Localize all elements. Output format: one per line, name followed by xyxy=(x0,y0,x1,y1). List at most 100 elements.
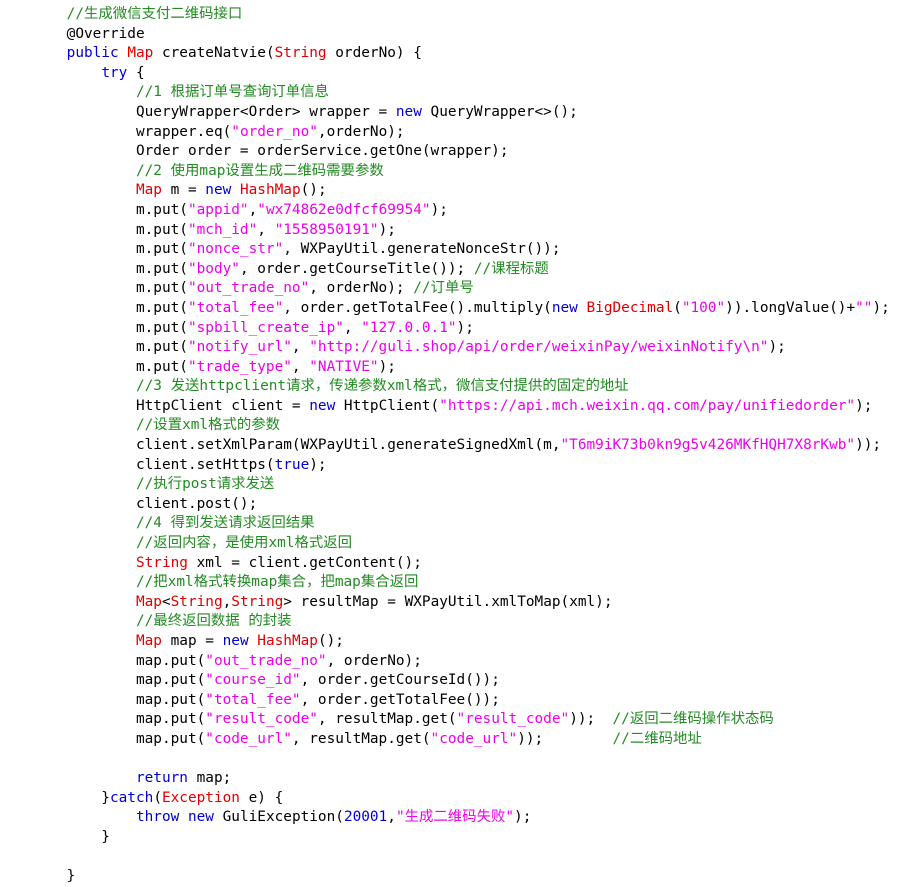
code-line: wrapper.eq("order_no",orderNo); xyxy=(0,123,914,143)
code-token-plain: , order.getTotalFee().multiply( xyxy=(283,299,552,316)
code-token-comment: 设置 xyxy=(153,417,183,434)
code-line: m.put("notify_url", "http://guli.shop/ap… xyxy=(0,338,914,358)
code-token-plain: , order.getCourseTitle()); xyxy=(239,260,474,277)
code-line: Order order = orderService.getOne(wrappe… xyxy=(0,142,914,162)
code-token-type: Exception xyxy=(161,789,240,806)
code-line: @Override xyxy=(0,25,914,45)
code-token-comment: 格式转换 xyxy=(193,574,252,591)
code-token-string: "mch_id" xyxy=(187,221,258,238)
code-line: //返回内容，是使用xml格式返回 xyxy=(0,534,914,554)
code-token-comment: 二维码地址 xyxy=(629,730,702,747)
code-token-plain: ); xyxy=(872,299,890,316)
code-token-string: "wx74862e0dfcf69954" xyxy=(257,201,431,218)
code-line: m.put("trade_type", "NATIVE"); xyxy=(0,358,914,378)
code-token-comment: // xyxy=(135,535,154,552)
code-token-keyword: new xyxy=(205,182,232,199)
code-token-keyword: new xyxy=(395,103,422,120)
code-token-plain: , orderNo); xyxy=(326,652,422,669)
code-token-type: HashMap xyxy=(239,182,301,199)
code-token-plain: ); xyxy=(855,397,873,414)
code-line: m.put("mch_id", "1558950191"); xyxy=(0,221,914,241)
code-token-comment: // xyxy=(612,711,630,728)
code-token-comment: //3 xyxy=(135,378,171,395)
code-token-string: "" xyxy=(855,299,873,316)
code-token-type: HashMap xyxy=(257,633,318,649)
code-token-plain: m.put( xyxy=(32,319,188,336)
code-line: client.post(); xyxy=(0,495,914,515)
code-token-string: "trade_type" xyxy=(187,358,292,375)
code-line: m.put("spbill_create_ip", "127.0.0.1"); xyxy=(0,319,914,339)
code-token-type: String xyxy=(135,554,188,571)
code-line: m.put("out_trade_no", orderNo); //订单号 xyxy=(0,279,914,299)
code-token-plain: orderNo) { xyxy=(326,45,422,62)
code-line: map.put("result_code", resultMap.get("re… xyxy=(0,710,914,730)
code-token-string: "body" xyxy=(187,260,240,277)
code-token-plain: ,orderNo); xyxy=(317,123,405,140)
code-line: //1 根据订单号查询订单信息 xyxy=(0,83,914,103)
code-token-plain: QueryWrapper<>(); xyxy=(421,103,578,120)
code-token-comment: map xyxy=(251,574,278,591)
code-token-comment: 格式，微信支付提供的固定的地址 xyxy=(412,378,629,395)
code-token-comment: 的封装 xyxy=(248,613,292,630)
code-token-string: "result_code" xyxy=(456,711,570,728)
code-token-plain: ( xyxy=(153,789,162,806)
code-block[interactable]: //生成微信支付二维码接口 @Override public Map creat… xyxy=(0,5,914,887)
code-token-comment: 发送 xyxy=(170,378,200,395)
code-token-plain: , xyxy=(222,593,232,610)
code-line: Map<String,String> resultMap = WXPayUtil… xyxy=(0,593,914,613)
code-token-comment: 课程标题 xyxy=(491,260,549,277)
code-line: //最终返回数据 的封装 xyxy=(0,612,914,632)
code-token-comment: xml xyxy=(182,417,209,434)
code-token-plain: ); xyxy=(378,358,396,375)
code-line: client.setHttps(true); xyxy=(0,456,914,476)
code-token-keyword: throw xyxy=(135,809,180,826)
code-line: Map m = new HashMap(); xyxy=(0,181,914,201)
code-token-plain: )); xyxy=(569,711,613,728)
code-line: m.put("body", order.getCourseTitle()); /… xyxy=(0,260,914,280)
code-token-keyword: try xyxy=(101,64,128,81)
code-token-type: String xyxy=(231,593,284,610)
code-line: m.put("appid","wx74862e0dfcf69954"); xyxy=(0,201,914,221)
code-token-plain: m = xyxy=(161,182,206,199)
code-line: //设置xml格式的参数 xyxy=(0,416,914,436)
code-token-comment: 集合，把 xyxy=(277,574,335,591)
code-line: return map; xyxy=(0,769,914,789)
code-token-plain: , xyxy=(291,358,310,375)
code-token-plain: map.put( xyxy=(32,691,206,708)
code-token-plain: )).longValue()+ xyxy=(725,299,856,316)
code-line: //生成微信支付二维码接口 xyxy=(0,5,914,25)
code-token-string: "appid" xyxy=(187,201,249,218)
code-line: //3 发送httpclient请求，传递参数xml格式，微信支付提供的固定的地… xyxy=(0,377,914,397)
code-token-string: "http://guli.shop/api/order/weixinPay/we… xyxy=(309,339,769,356)
code-token-comment: 根据订单号查询订单信息 xyxy=(170,84,329,101)
code-token-comment: //2 xyxy=(135,162,171,179)
code-token-plain: , order.getTotalFee()); xyxy=(300,691,500,708)
code-token-type: Map xyxy=(135,633,162,649)
code-token-string: "code_url" xyxy=(205,730,292,747)
code-token-plain: m.put( xyxy=(32,241,188,258)
code-token-plain: wrapper.eq( xyxy=(32,123,232,140)
code-token-comment: // xyxy=(66,6,84,22)
code-token-plain: < xyxy=(161,593,171,610)
code-token-plain: ); xyxy=(768,339,786,356)
code-token-string: "T6m9iK73b0kn9g5v426MKfHQH7X8rKwb" xyxy=(560,437,856,454)
code-token-plain: map = xyxy=(161,633,223,649)
code-token-plain: QueryWrapper<Order> wrapper = xyxy=(32,103,396,120)
code-token-plain: client.setHttps( xyxy=(32,456,275,473)
code-token-comment: //1 xyxy=(135,84,171,101)
code-token-plain: } xyxy=(32,828,110,845)
code-token-plain: , resultMap.get( xyxy=(317,711,457,728)
code-token-string: "total_fee" xyxy=(205,691,301,708)
code-line: //把xml格式转换map集合，把map集合返回 xyxy=(0,573,914,593)
code-token-plain: , xyxy=(291,339,310,356)
